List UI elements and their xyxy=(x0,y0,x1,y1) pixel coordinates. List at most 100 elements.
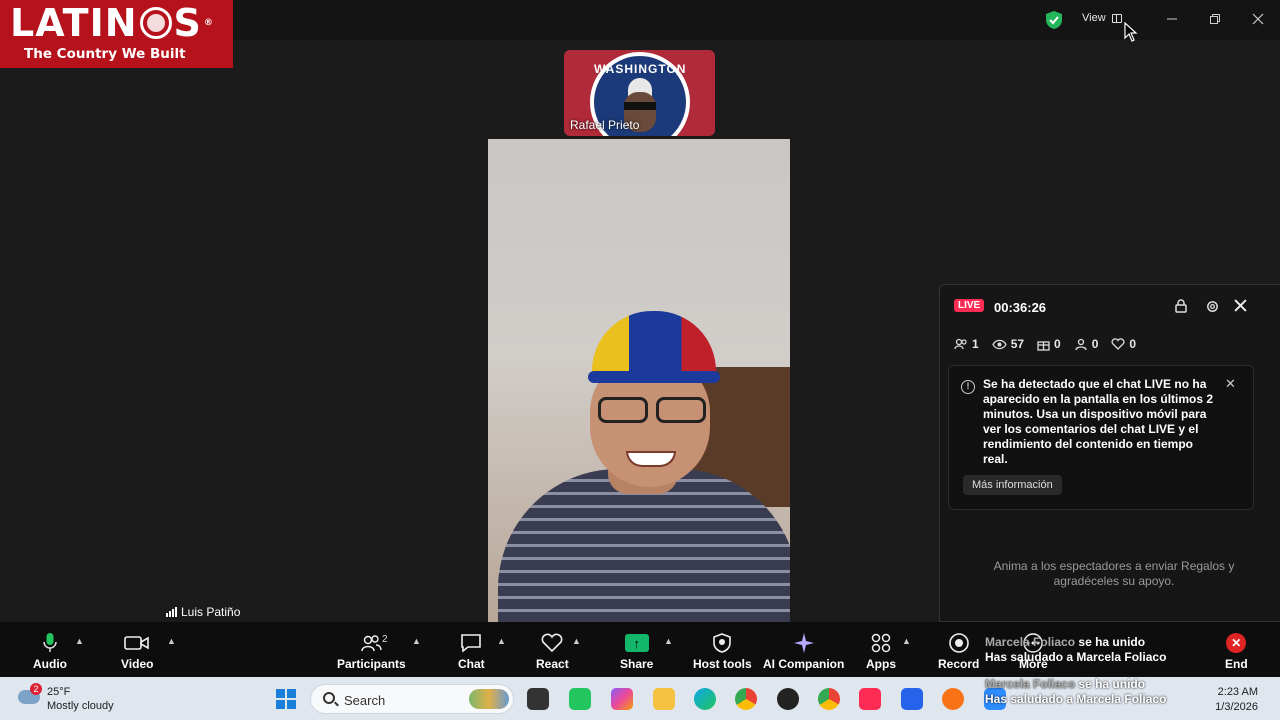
notice-text: Se ha detectado que el chat LIVE no ha a… xyxy=(983,377,1214,466)
join-notification: Marcela Foliaco se ha unido xyxy=(985,635,1145,649)
members-count: 1 xyxy=(972,337,979,351)
host-shield-icon xyxy=(713,633,732,653)
video-label: Video xyxy=(121,657,154,671)
encryption-shield-icon[interactable] xyxy=(1046,11,1062,29)
ai-companion-label: AI Companion xyxy=(763,657,845,671)
live-stream-panel: LIVE 00:36:26 1 57 0 0 0 ! Se ha detecta… xyxy=(939,284,1280,622)
firefox-icon[interactable] xyxy=(942,688,964,710)
participants-options-chevron-icon[interactable]: ▲ xyxy=(412,636,421,646)
main-video-feed[interactable] xyxy=(488,139,790,622)
weather-badge: 2 xyxy=(30,683,42,695)
weather-desc: Mostly cloudy xyxy=(47,700,114,712)
participants-button[interactable]: Participants xyxy=(337,630,406,671)
participants-icon xyxy=(361,635,383,652)
shares-count: 0 xyxy=(1091,337,1099,351)
view-label: View xyxy=(1082,12,1106,24)
clock-time: 2:23 AM xyxy=(1217,686,1258,698)
search-highlight-image xyxy=(469,689,509,709)
eye-icon xyxy=(991,339,1007,349)
apps-icon xyxy=(871,633,891,653)
file-explorer-icon[interactable] xyxy=(653,688,675,710)
chrome-profile-icon[interactable] xyxy=(818,688,840,710)
members-icon xyxy=(954,338,967,350)
likes-count: 0 xyxy=(1129,337,1137,351)
video-options-chevron-icon[interactable]: ▲ xyxy=(167,636,176,646)
search-icon xyxy=(323,692,335,704)
join-text-ghost: se ha unido xyxy=(1078,677,1146,691)
follower-icon xyxy=(1075,338,1087,350)
heart-react-icon xyxy=(541,633,563,653)
react-button[interactable]: React xyxy=(536,630,569,671)
close-panel-icon[interactable] xyxy=(1232,299,1248,315)
close-window-button[interactable] xyxy=(1243,8,1273,30)
sparkle-icon xyxy=(793,633,814,653)
copilot-icon[interactable] xyxy=(611,688,633,710)
gifts-count: 0 xyxy=(1054,337,1061,351)
thumbnail-name: Rafael Prieto xyxy=(570,118,640,132)
video-button[interactable]: Video xyxy=(121,630,153,671)
meeting-toolbar: Audio ▲ Video ▲ Participants 2 ▲ Chat ▲ … xyxy=(0,622,1280,677)
ai-companion-button[interactable]: AI Companion xyxy=(763,630,844,671)
app-icon-dark[interactable] xyxy=(777,688,799,710)
chat-label: Chat xyxy=(458,657,485,671)
notepad-icon[interactable] xyxy=(901,688,923,710)
join-text: se ha unido xyxy=(1078,635,1146,649)
gifts-stat: 0 xyxy=(1037,337,1061,351)
apps-button[interactable]: Apps xyxy=(866,630,896,671)
logo-brand: LATIN xyxy=(10,1,138,45)
face-blur-bar xyxy=(624,102,656,110)
view-button[interactable]: View xyxy=(1082,12,1122,24)
registered-mark: ® xyxy=(203,18,214,28)
share-button[interactable]: ↑ Share xyxy=(620,630,653,671)
audio-options-chevron-icon[interactable]: ▲ xyxy=(75,636,84,646)
windows-start-icon[interactable] xyxy=(276,689,296,709)
live-stats-row: 1 57 0 0 0 xyxy=(954,337,1136,351)
logo-tagline: The Country We Built xyxy=(24,46,186,62)
end-button[interactable]: ✕ End xyxy=(1225,630,1248,671)
close-icon xyxy=(1252,13,1264,25)
likes-stat: 0 xyxy=(1111,337,1136,351)
speaker-name: Luis Patiño xyxy=(181,605,241,619)
more-info-button[interactable]: Más información xyxy=(963,475,1062,495)
logo-brand-end: S xyxy=(173,1,202,45)
search-placeholder: Search xyxy=(344,693,386,708)
mouse-cursor-icon xyxy=(1124,22,1138,42)
settings-gear-icon[interactable] xyxy=(1204,299,1220,315)
greet-notification: Has saludado a Marcela Foliaco xyxy=(985,650,1167,664)
signal-strength-icon xyxy=(166,607,177,617)
chat-options-chevron-icon[interactable]: ▲ xyxy=(497,636,506,646)
share-options-chevron-icon[interactable]: ▲ xyxy=(664,636,673,646)
record-button[interactable]: Record xyxy=(938,630,979,671)
share-arrow-icon: ↑ xyxy=(624,634,649,652)
chat-button[interactable]: Chat xyxy=(458,630,485,671)
audio-button[interactable]: Audio xyxy=(33,630,67,671)
microphone-icon xyxy=(43,633,57,652)
participant-thumbnail[interactable]: WASHINGTON Rafael Prieto xyxy=(564,50,715,136)
share-label: Share xyxy=(620,657,654,671)
restore-button[interactable] xyxy=(1200,8,1230,30)
glasses xyxy=(598,397,706,423)
taskbar-search[interactable]: Search xyxy=(310,684,514,714)
chat-warning-notice: ! Se ha detectado que el chat LIVE no ha… xyxy=(948,365,1254,510)
tiktok-icon[interactable] xyxy=(859,688,881,710)
audio-label: Audio xyxy=(33,657,67,671)
video-camera-icon xyxy=(124,636,150,650)
globe-icon xyxy=(139,7,172,39)
whatsapp-icon[interactable] xyxy=(569,688,591,710)
participants-count: 2 xyxy=(382,634,388,645)
chrome-icon[interactable] xyxy=(735,688,757,710)
minimize-button[interactable] xyxy=(1157,8,1187,30)
react-options-chevron-icon[interactable]: ▲ xyxy=(572,636,581,646)
restore-icon xyxy=(1210,14,1220,24)
lock-icon[interactable] xyxy=(1173,299,1189,315)
system-clock[interactable]: 2:23 AM 1/3/2026 xyxy=(1200,685,1258,715)
clock-date: 1/3/2026 xyxy=(1215,701,1258,713)
apps-options-chevron-icon[interactable]: ▲ xyxy=(902,636,911,646)
notice-close-icon[interactable]: ✕ xyxy=(1225,376,1236,392)
live-timer: 00:36:26 xyxy=(994,300,1047,315)
edge-icon[interactable] xyxy=(694,688,716,710)
end-label: End xyxy=(1225,657,1248,671)
host-tools-button[interactable]: Host tools xyxy=(693,630,752,671)
task-view-icon[interactable] xyxy=(527,688,549,710)
shares-stat: 0 xyxy=(1074,337,1099,351)
